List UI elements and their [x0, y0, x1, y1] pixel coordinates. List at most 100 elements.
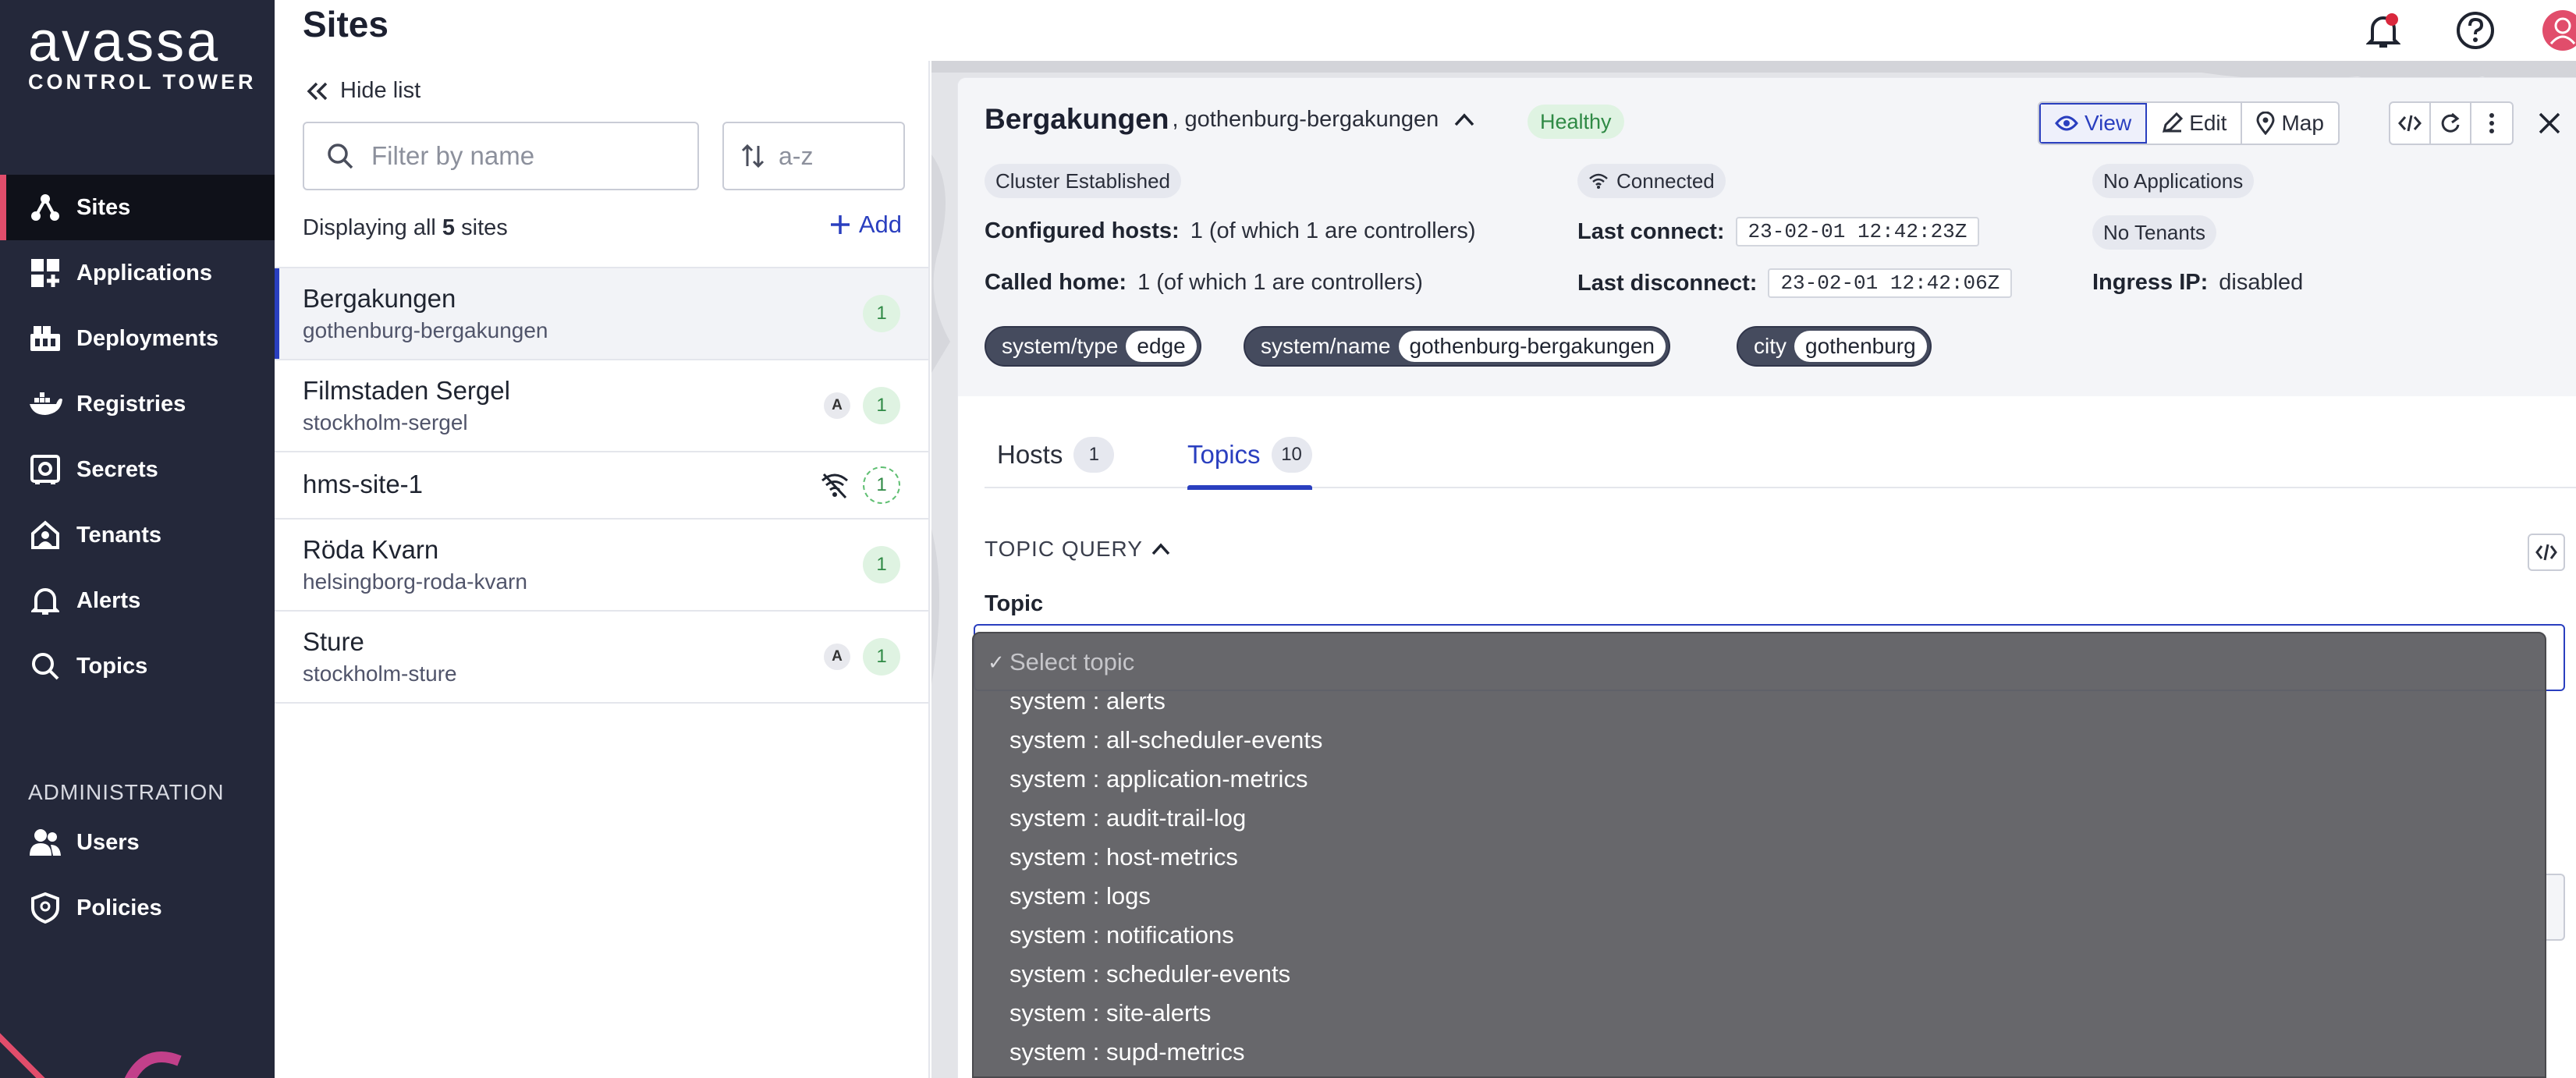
tab-hosts[interactable]: Hosts 1	[997, 421, 1115, 488]
nav-item-users[interactable]: Users	[0, 810, 275, 875]
configured-hosts-value: 1 (of which 1 are controllers)	[1190, 218, 1476, 243]
applications-icon	[28, 256, 62, 290]
cluster-status-text: Cluster Established	[995, 168, 1170, 193]
label-chip-system-type: system/type edge	[985, 326, 1201, 367]
nav-label-sites: Sites	[76, 194, 131, 220]
add-site-button[interactable]: Add	[829, 211, 902, 239]
chevron-up-icon[interactable]	[1453, 111, 1476, 128]
site-row-filmstaden-sergel[interactable]: Filmstaden Sergel stockholm-sergel A 1	[275, 360, 928, 452]
view-button[interactable]: View	[2039, 103, 2148, 144]
nav-item-deployments[interactable]: Deployments	[0, 306, 275, 371]
nav-item-sites[interactable]: Sites	[0, 175, 275, 240]
site-row-sture[interactable]: Sture stockholm-sture A 1	[275, 612, 928, 704]
sites-icon	[28, 190, 62, 225]
site-count-badge: 1	[863, 546, 900, 583]
nav-label-alerts: Alerts	[76, 587, 141, 613]
nav-item-secrets[interactable]: Secrets	[0, 437, 275, 502]
dropdown-option[interactable]: system : scheduler-events	[974, 955, 2545, 994]
nav-item-tenants[interactable]: Tenants	[0, 502, 275, 568]
policies-icon	[28, 891, 62, 925]
tenants-status-text: No Tenants	[2103, 220, 2206, 244]
last-connect-value: 23-02-01 12:42:23Z	[1735, 217, 1980, 246]
map-button[interactable]: Map	[2242, 103, 2337, 144]
edit-button[interactable]: Edit	[2147, 103, 2243, 144]
label-key: system/type	[1002, 334, 1119, 358]
logo-subtitle: CONTROL TOWER	[28, 70, 257, 94]
connection-status-text: Connected	[1616, 168, 1715, 193]
tab-hosts-label: Hosts	[997, 440, 1063, 469]
close-button[interactable]	[2531, 105, 2568, 142]
dropdown-option[interactable]: system : notifications	[974, 916, 2545, 955]
configured-hosts-label: Configured hosts:	[985, 218, 1180, 243]
search-icon	[328, 144, 353, 169]
label-value: gothenburg-bergakungen	[1398, 331, 1666, 362]
dropdown-option[interactable]: system : supd-metrics	[974, 1033, 2545, 1072]
dropdown-option[interactable]: system : logs	[974, 877, 2545, 916]
dropdown-option[interactable]: system : alerts	[974, 682, 2545, 721]
nav-item-alerts[interactable]: Alerts	[0, 568, 275, 633]
label-chip-city: city gothenburg	[1737, 326, 1932, 367]
dropdown-option[interactable]: system : audit-trail-log	[974, 799, 2545, 838]
displaying-summary: Displaying all 5 sites	[303, 215, 508, 241]
code-view-button[interactable]	[2390, 103, 2431, 144]
main-nav-list: Sites Applications Deployments Registrie…	[0, 175, 275, 699]
last-connect: Last connect: 23-02-01 12:42:23Z	[1577, 217, 1980, 246]
dropdown-option[interactable]: system : site-alerts	[974, 994, 2545, 1033]
nav-label-topics: Topics	[76, 653, 148, 679]
more-options-button[interactable]	[2471, 103, 2512, 144]
dropdown-option[interactable]: system : application-metrics	[974, 760, 2545, 799]
site-slug: stockholm-sture	[303, 661, 457, 686]
tab-hosts-count: 1	[1073, 437, 1115, 473]
refresh-button[interactable]	[2431, 103, 2471, 144]
help-button[interactable]	[2454, 9, 2496, 51]
site-count-badge: 1	[863, 638, 900, 676]
last-disconnect-value: 23-02-01 12:42:06Z	[1768, 268, 2013, 298]
tab-topics-label: Topics	[1187, 440, 1261, 469]
filter-box	[303, 122, 699, 190]
last-connect-label: Last connect:	[1577, 218, 1725, 244]
double-chevron-left-icon	[307, 82, 328, 100]
details-tabs: Hosts 1 Topics 10	[985, 421, 2576, 490]
dropdown-option[interactable]: system : all-scheduler-events	[974, 721, 2545, 760]
site-heading: Bergakungen , gothenburg-bergakungen	[985, 103, 1476, 136]
topic-query-toggle[interactable]: TOPIC QUERY	[985, 537, 1171, 562]
site-row-roda-kvarn[interactable]: Röda Kvarn helsingborg-roda-kvarn 1	[275, 519, 928, 612]
dropdown-option-placeholder[interactable]: ✓ Select topic	[974, 643, 2545, 682]
applications-status-pill: No Applications	[2092, 164, 2255, 198]
hide-list-button[interactable]: Hide list	[306, 78, 420, 104]
bell-icon	[2366, 13, 2400, 48]
nav-item-applications[interactable]: Applications	[0, 240, 275, 306]
page-title: Sites	[303, 4, 389, 44]
sort-select[interactable]: a-z	[722, 122, 905, 190]
nav-item-topics[interactable]: Topics	[0, 633, 275, 699]
user-avatar[interactable]	[2542, 9, 2576, 51]
logo[interactable]: avassa CONTROL TOWER	[28, 11, 257, 94]
notifications-button[interactable]	[2362, 9, 2404, 51]
health-status-badge: Healthy	[1528, 105, 1624, 139]
query-code-button[interactable]	[2528, 534, 2565, 571]
tenants-status-pill: No Tenants	[2092, 215, 2217, 250]
nav-label-secrets: Secrets	[76, 456, 158, 482]
site-count-badge: 1	[863, 387, 900, 424]
site-name: Sture	[303, 627, 364, 656]
dropdown-option[interactable]: system : host-metrics	[974, 838, 2545, 877]
wifi-off-icon	[821, 473, 848, 499]
nav-label-users: Users	[76, 829, 140, 855]
admin-heading: ADMINISTRATION	[28, 780, 225, 804]
view-mode-toggle: View Edit Map	[2038, 101, 2340, 145]
filter-input[interactable]	[371, 141, 683, 171]
refresh-icon	[2441, 112, 2460, 133]
ingress-ip: Ingress IP: disabled	[2092, 270, 2303, 296]
configured-hosts: Configured hosts: 1 (of which 1 are cont…	[985, 218, 1476, 244]
nav-item-registries[interactable]: Registries	[0, 371, 275, 437]
top-header: Sites	[275, 0, 2576, 61]
site-slug: helsingborg-roda-kvarn	[303, 569, 527, 594]
label-key: system/name	[1261, 334, 1391, 358]
nav-item-policies[interactable]: Policies	[0, 875, 275, 941]
site-name: hms-site-1	[303, 470, 424, 498]
site-row-hms-site-1[interactable]: hms-site-1 1	[275, 452, 928, 519]
site-heading-name: Bergakungen	[985, 103, 1169, 135]
topic-query-label: TOPIC QUERY	[985, 537, 1143, 561]
site-row-bergakungen[interactable]: Bergakungen gothenburg-bergakungen 1	[275, 268, 928, 360]
tab-topics[interactable]: Topics 10	[1187, 421, 1312, 490]
